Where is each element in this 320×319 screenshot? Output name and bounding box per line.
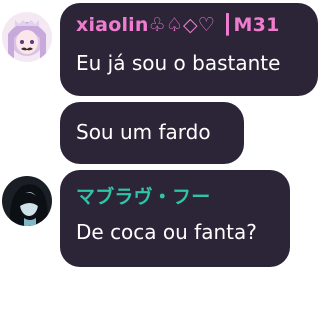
message-bubble[interactable]: マブラヴ・フー De coca ou fanta? [60, 170, 290, 267]
anime-girl-avatar-icon [2, 12, 52, 62]
sender-name[interactable]: xiaolin♧♤◇♡ ┃M31 [76, 14, 280, 36]
message-bubble[interactable]: Sou um fardo [60, 102, 244, 164]
message-bubble[interactable]: xiaolin♧♤◇♡ ┃M31 Eu já sou o bastante [60, 3, 318, 96]
message-text: De coca ou fanta? [76, 220, 257, 244]
sender-avatar[interactable] [2, 12, 52, 62]
message-text: Sou um fardo [76, 120, 211, 144]
dark-haired-figure-avatar-icon [2, 176, 52, 226]
sender-name[interactable]: マブラヴ・フー [76, 182, 210, 209]
sender-avatar[interactable] [2, 176, 52, 226]
message-text: Eu já sou o bastante [76, 51, 281, 75]
